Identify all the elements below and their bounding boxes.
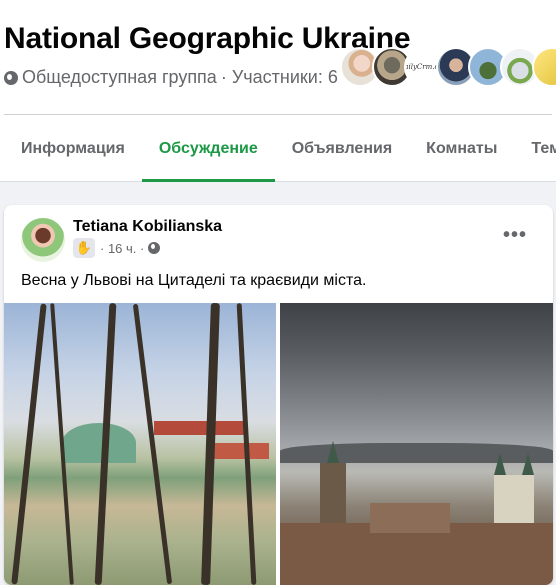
post-card: Tetiana Kobilianska ✋ · 16 ч. · ••• Весн… <box>4 205 553 585</box>
globe-icon <box>148 242 161 254</box>
photo-tree-shape <box>11 303 47 585</box>
more-options-icon[interactable]: ••• <box>503 225 527 245</box>
author-avatar[interactable] <box>21 218 65 262</box>
post-photo-citadel[interactable] <box>4 303 276 585</box>
tab-discussion[interactable]: Обсуждение <box>141 116 275 182</box>
post-time[interactable]: · 16 ч. · <box>100 241 144 256</box>
photo-spire-shape <box>494 453 506 475</box>
post-meta: ✋ · 16 ч. · <box>73 238 161 258</box>
photo-roof-shape <box>154 421 244 435</box>
tab-topics[interactable]: Тем <box>514 116 556 182</box>
post-photo-city-view[interactable] <box>280 303 553 585</box>
member-avatars[interactable]: DailyCrm.com <box>340 47 556 87</box>
post-text: Весна у Львові на Цитаделі та краєвиди м… <box>21 272 367 289</box>
group-meta: Общедоступная группа · Участники: 6 <box>4 67 338 88</box>
member-avatar[interactable] <box>532 47 556 87</box>
globe-icon <box>4 70 18 85</box>
author-name[interactable]: Tetiana Kobilianska <box>73 218 222 236</box>
photo-roof-shape <box>209 443 269 459</box>
group-tabs: Информация Обсуждение Объявления Комнаты… <box>0 116 556 182</box>
photo-spire-shape <box>522 453 534 475</box>
header-divider <box>4 114 552 115</box>
photo-tree-shape <box>132 303 173 585</box>
tab-rooms[interactable]: Комнаты <box>409 116 514 182</box>
tab-info[interactable]: Информация <box>0 116 142 182</box>
photo-roof-shape <box>370 503 450 533</box>
group-members[interactable]: · Участники: 6 <box>221 67 338 88</box>
photo-spire-shape <box>327 441 339 463</box>
photo-dome-shape <box>62 423 136 463</box>
tab-announcements[interactable]: Объявления <box>275 116 409 182</box>
group-header: National Geographic Ukraine Общедоступна… <box>0 0 556 182</box>
group-privacy: Общедоступная группа <box>22 67 217 87</box>
wave-hand-icon[interactable]: ✋ <box>73 238 95 258</box>
photo-hills-shape <box>280 443 553 463</box>
